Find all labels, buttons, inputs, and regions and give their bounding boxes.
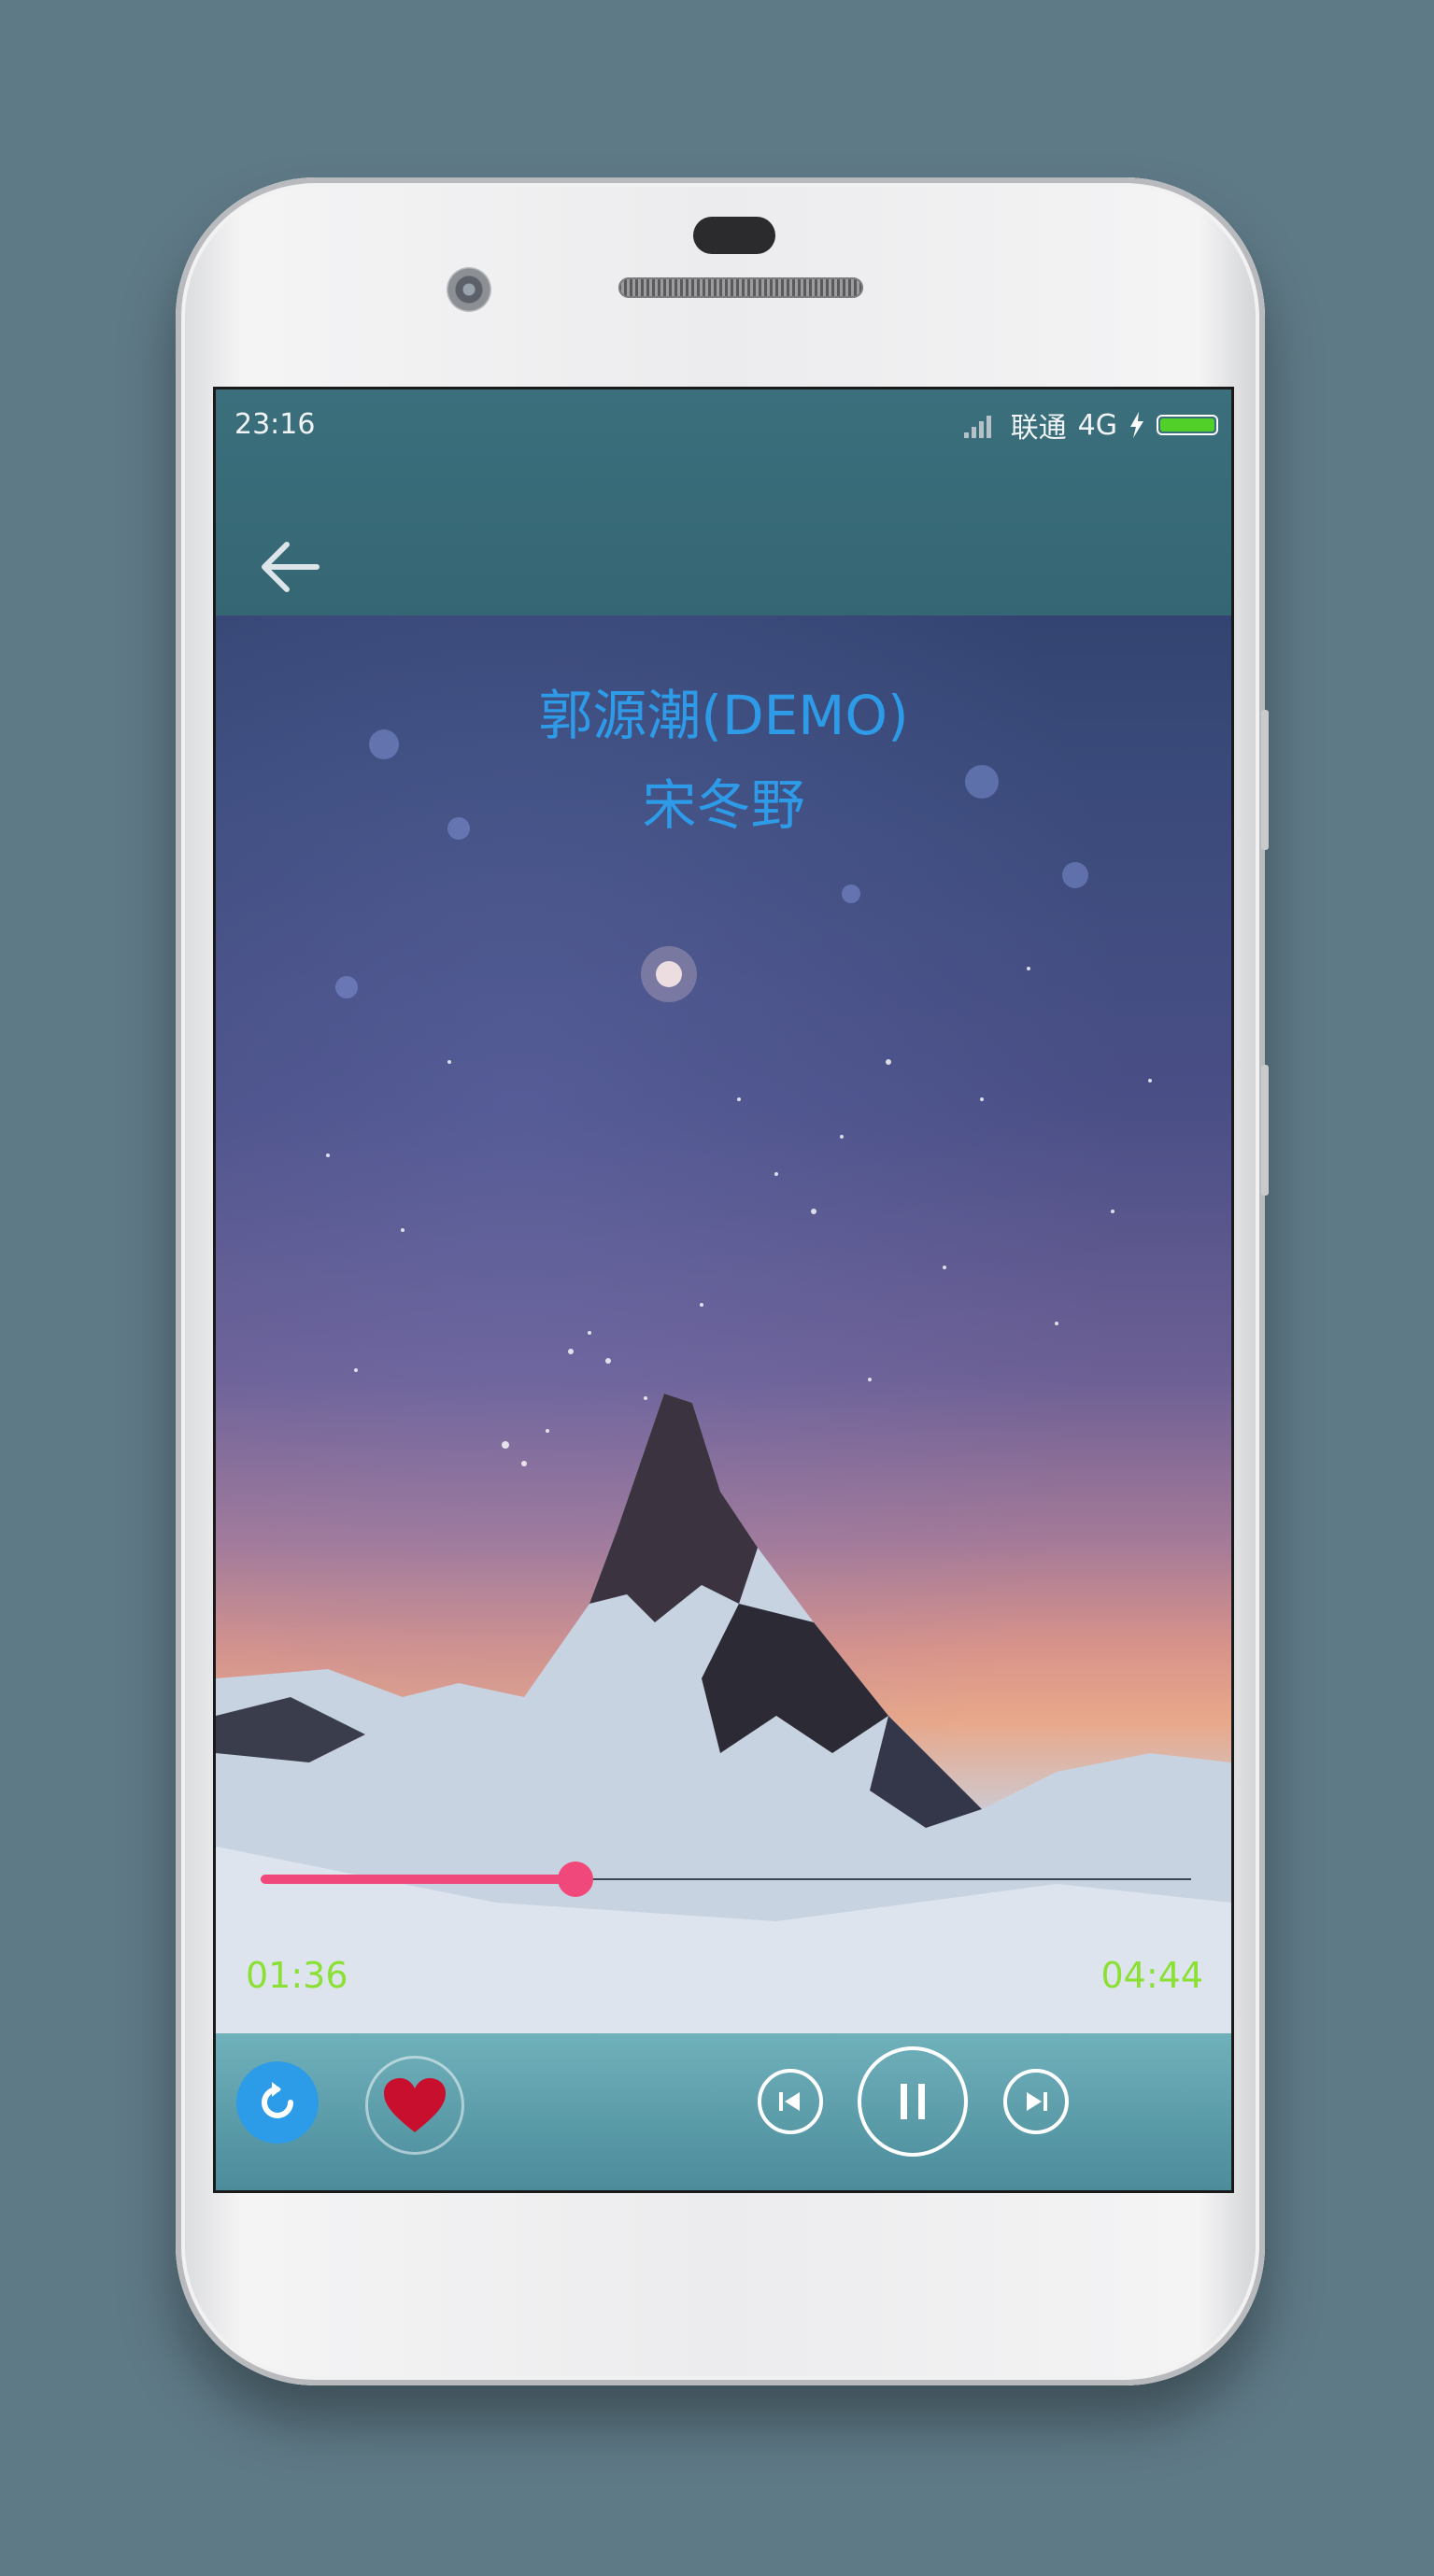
song-title: 郭源潮(DEMO) xyxy=(538,684,909,747)
skip-next-icon xyxy=(1027,2092,1047,2111)
elapsed-time: 01:36 xyxy=(246,1955,348,1996)
next-button[interactable] xyxy=(1003,2069,1069,2134)
skip-previous-icon xyxy=(779,2092,800,2111)
earpiece xyxy=(693,217,775,254)
pause-button[interactable] xyxy=(858,2046,968,2157)
front-camera xyxy=(447,267,491,312)
pause-icon xyxy=(901,2084,925,2119)
status-time: 23:16 xyxy=(234,408,316,441)
app-screen: 23:16 联通 4G 郭源潮(DEMO) 宋冬野 01:36 04:44 xyxy=(213,387,1234,2193)
power-button xyxy=(1261,1065,1269,1196)
total-time: 04:44 xyxy=(1100,1955,1203,1996)
battery-icon xyxy=(1157,415,1218,435)
signal-icon xyxy=(963,412,1000,438)
charging-bolt-icon xyxy=(1130,412,1143,438)
mountain-illustration xyxy=(216,1394,1231,2190)
top-bar: 23:16 联通 4G xyxy=(216,389,1231,616)
progress-thumb[interactable] xyxy=(558,1861,593,1897)
carrier-label: 联通 xyxy=(1010,412,1067,445)
player-controls xyxy=(216,2033,1231,2190)
arrow-left-icon xyxy=(262,542,319,592)
progress-fill xyxy=(261,1875,575,1884)
heart-icon xyxy=(384,2078,446,2132)
repeat-button[interactable] xyxy=(236,2061,319,2144)
speaker-grille xyxy=(618,277,863,298)
favorite-button[interactable] xyxy=(365,2056,464,2155)
previous-button[interactable] xyxy=(758,2069,823,2134)
repeat-icon xyxy=(262,2082,293,2118)
volume-up-button xyxy=(1261,710,1269,850)
status-icons: 联通 4G xyxy=(963,404,1218,446)
network-label: 4G xyxy=(1077,408,1117,442)
artist-name: 宋冬野 xyxy=(642,773,805,837)
back-button[interactable] xyxy=(253,530,328,604)
